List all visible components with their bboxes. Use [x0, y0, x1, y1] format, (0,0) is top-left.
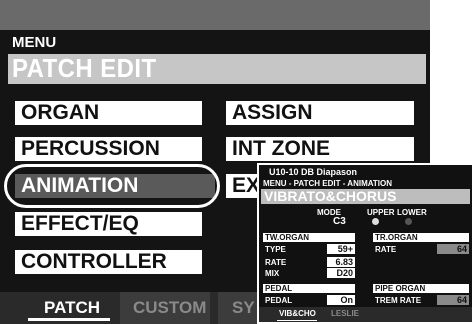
vibrato-chorus-inset: U10-10 DB Diapason MENU - PATCH EDIT - A…	[257, 163, 474, 324]
tw-type-label: TYPE	[265, 245, 286, 254]
breadcrumb: MENU - PATCH EDIT - ANIMATION	[263, 179, 393, 188]
controller-button[interactable]: CONTROLLER	[15, 250, 202, 274]
percussion-button[interactable]: PERCUSSION	[15, 137, 202, 161]
organ-button[interactable]: ORGAN	[15, 101, 202, 125]
pipe-organ-header: PIPE ORGAN	[373, 284, 469, 293]
tr-rate-value[interactable]: 64	[437, 244, 469, 254]
menu-label: MENU	[12, 34, 57, 51]
pedal-label: PEDAL	[265, 296, 293, 305]
page-title: PATCH EDIT	[12, 53, 157, 83]
selection-highlight-ring	[4, 164, 220, 208]
trem-rate-label: TREM RATE	[375, 296, 422, 305]
mode-value[interactable]: C3	[333, 216, 346, 227]
lower-indicator-icon[interactable]	[405, 218, 412, 225]
tr-rate-label: RATE	[375, 245, 397, 254]
inset-title: VIBRATO&CHORUS	[264, 188, 397, 204]
pedal-value[interactable]: On	[327, 295, 355, 305]
int-zone-button[interactable]: INT ZONE	[226, 137, 414, 161]
tab-patch-underline	[28, 318, 110, 321]
tab-vib-cho[interactable]: VIB&CHO	[279, 309, 316, 318]
tr-organ-header: TR.ORGAN	[373, 233, 469, 242]
tab-custom[interactable]: CUSTOM	[133, 297, 206, 319]
tab-system[interactable]: SY	[232, 297, 255, 319]
trem-rate-value[interactable]: 64	[437, 295, 469, 305]
tw-type-value[interactable]: 59+	[327, 244, 355, 254]
tw-organ-header: TW.ORGAN	[263, 233, 355, 242]
tab-leslie[interactable]: LESLIE	[331, 309, 359, 318]
tw-rate-label: RATE	[265, 258, 287, 267]
tw-mix-label: MIX	[265, 269, 280, 278]
lower-header: LOWER	[397, 208, 427, 217]
effect-eq-button[interactable]: EFFECT/EQ	[15, 212, 202, 236]
upper-indicator-icon[interactable]	[372, 218, 379, 225]
tw-mix-value[interactable]: D20	[327, 268, 355, 278]
pedal-header: PEDAL	[263, 284, 355, 293]
upper-header: UPPER	[367, 208, 395, 217]
tw-rate-value[interactable]: 6.83	[327, 257, 355, 267]
assign-button[interactable]: ASSIGN	[226, 101, 414, 125]
patch-name: U10-10 DB Diapason	[269, 167, 358, 177]
tab-vib-cho-underline	[277, 320, 317, 321]
tab-patch[interactable]: PATCH	[44, 297, 100, 319]
